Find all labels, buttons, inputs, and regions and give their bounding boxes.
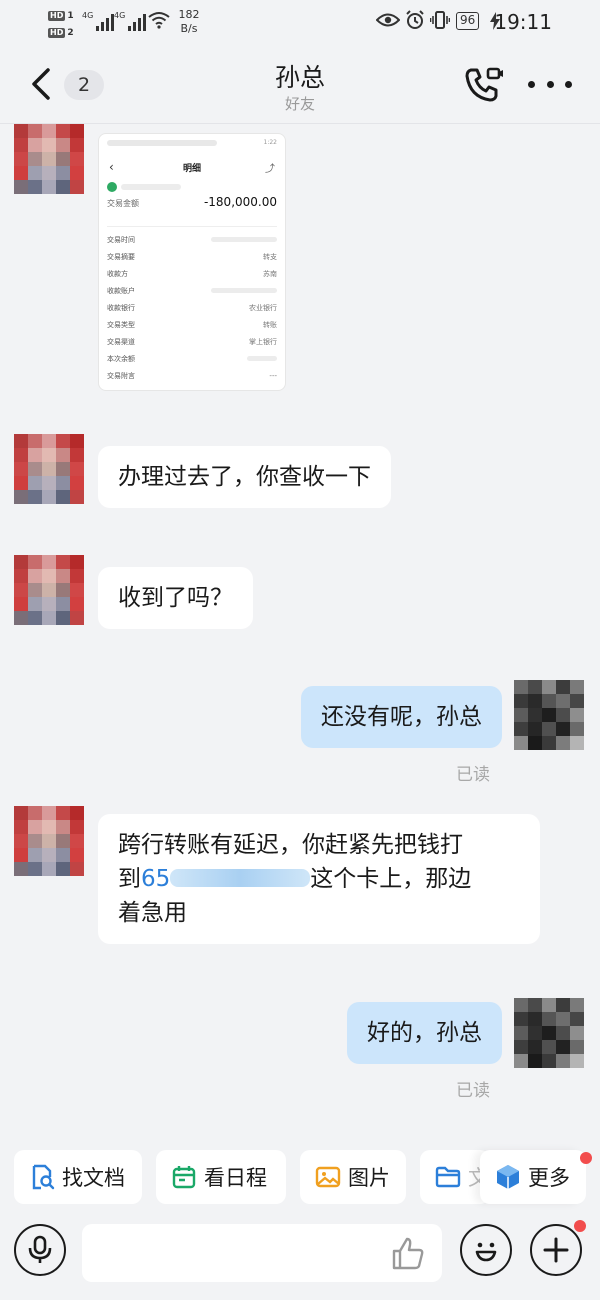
receipt-divider xyxy=(107,226,277,227)
image-icon xyxy=(314,1163,342,1191)
pixelated-avatar-image xyxy=(14,124,84,194)
signal-icon-sim2: 4G xyxy=(114,11,147,31)
quick-action-more[interactable]: 更多 xyxy=(480,1150,592,1204)
message-line: 跨行转账有延迟，你赶紧先把钱打 xyxy=(118,832,463,858)
message-bubble-incoming[interactable]: 办理过去了，你查收一下 xyxy=(98,446,391,508)
my-avatar[interactable] xyxy=(514,680,584,750)
quick-action-find-docs[interactable]: 找文档 xyxy=(14,1150,142,1204)
more-input-options-button[interactable] xyxy=(530,1220,586,1276)
more-options-button[interactable] xyxy=(528,76,572,92)
notification-dot xyxy=(574,1220,586,1232)
emoji-button[interactable] xyxy=(460,1224,512,1276)
vibrate-icon xyxy=(430,11,450,29)
message-bubble-incoming[interactable]: 跨行转账有延迟，你赶紧先把钱打 到65 这个卡上，那边 着急用 xyxy=(98,814,540,944)
quick-action-label: 找文档 xyxy=(62,1166,125,1190)
receipt-row: 收款方 苏南 xyxy=(107,270,277,278)
receipt-amount-label: 交易金额 xyxy=(107,199,139,208)
receipt-row: 交易摘要 转支 xyxy=(107,253,277,261)
message-bubble-outgoing[interactable]: 还没有呢，孙总 xyxy=(301,686,502,748)
quick-action-label: 看日程 xyxy=(204,1166,267,1190)
receipt-status-bar: 1:22 xyxy=(107,139,277,148)
chat-header: 2 孙总 好友 xyxy=(0,46,600,124)
hd2-number: 2 xyxy=(67,27,74,38)
message-bubble-incoming[interactable]: 收到了吗？ xyxy=(98,567,253,629)
message-line: 着急用 xyxy=(118,900,187,926)
read-receipt: 已读 xyxy=(456,1081,490,1101)
quick-actions-bar: 找文档 看日程 图片 文 更多 xyxy=(0,1150,600,1206)
message-line: 到65 这个卡上，那边 xyxy=(118,866,472,892)
battery-level: 96 xyxy=(456,12,480,30)
receipt-row: 本次余额 xyxy=(107,353,277,365)
bank-logo-icon xyxy=(107,182,117,192)
message-input-bar xyxy=(0,1216,600,1300)
contact-avatar[interactable] xyxy=(14,555,84,625)
account-number-link[interactable]: 65 xyxy=(141,866,170,892)
message-bubble-outgoing[interactable]: 好的，孙总 xyxy=(347,1002,502,1064)
contact-avatar[interactable] xyxy=(14,806,84,876)
chat-subtitle: 好友 xyxy=(284,95,315,113)
hd1-number: 1 xyxy=(67,10,74,21)
transfer-receipt-image[interactable]: 1:22 ‹ 明细 ⤴ 交易金额 -180,000.00 交易时间 交易摘要 转支… xyxy=(98,133,286,391)
quick-action-label: 更多 xyxy=(528,1166,570,1190)
hd-indicators: HD 1 HD 2 xyxy=(48,7,78,41)
doc-search-icon xyxy=(28,1163,56,1191)
signal-icon-sim1: 4G xyxy=(82,11,115,31)
message-text-input[interactable] xyxy=(82,1224,442,1282)
chat-title: 孙总 xyxy=(274,63,325,92)
contact-avatar[interactable] xyxy=(14,124,84,194)
calendar-icon xyxy=(170,1163,198,1191)
my-avatar[interactable] xyxy=(514,998,584,1068)
eye-icon xyxy=(376,13,400,27)
contact-avatar[interactable] xyxy=(14,434,84,504)
network-speed: 182 B/s xyxy=(178,8,200,35)
status-bar: HD 1 HD 2 4G 4G 182 B/s 96 19:11 xyxy=(0,0,600,46)
wifi-icon xyxy=(148,12,170,29)
emoji-icon xyxy=(475,1242,497,1262)
notification-dot xyxy=(580,1152,592,1164)
cube-icon xyxy=(494,1163,522,1191)
receipt-row: 交易渠道 掌上银行 xyxy=(107,338,277,346)
receipt-row: 收款账户 xyxy=(107,285,277,297)
alarm-icon xyxy=(406,10,424,29)
receipt-row: 交易附言 --- xyxy=(107,372,277,380)
receipt-amount: -180,000.00 xyxy=(203,195,277,209)
redacted-account-name xyxy=(121,184,181,190)
receipt-share-icon: ⤴ xyxy=(265,164,275,175)
receipt-row: 交易时间 xyxy=(107,234,277,246)
voice-input-button[interactable] xyxy=(14,1224,66,1276)
receipt-nav: ‹ 明细 ⤴ xyxy=(107,160,277,175)
hd2-badge: HD xyxy=(48,27,66,38)
microphone-icon xyxy=(28,1235,52,1263)
thumbs-up-icon[interactable] xyxy=(390,1236,426,1272)
quick-action-view-schedule[interactable]: 看日程 xyxy=(156,1150,286,1204)
clock: 19:11 xyxy=(494,10,552,34)
folder-icon xyxy=(434,1163,462,1191)
call-icon[interactable] xyxy=(462,64,504,106)
quick-action-label: 图片 xyxy=(348,1166,390,1190)
read-receipt: 已读 xyxy=(456,765,490,785)
quick-action-images[interactable]: 图片 xyxy=(300,1150,406,1204)
hd1-badge: HD xyxy=(48,10,66,21)
receipt-row: 收款银行 农业银行 xyxy=(107,304,277,312)
receipt-title: 明细 xyxy=(182,164,201,174)
plus-icon xyxy=(543,1237,569,1263)
redacted-account-number xyxy=(170,868,311,887)
receipt-row: 交易类型 转账 xyxy=(107,321,277,329)
